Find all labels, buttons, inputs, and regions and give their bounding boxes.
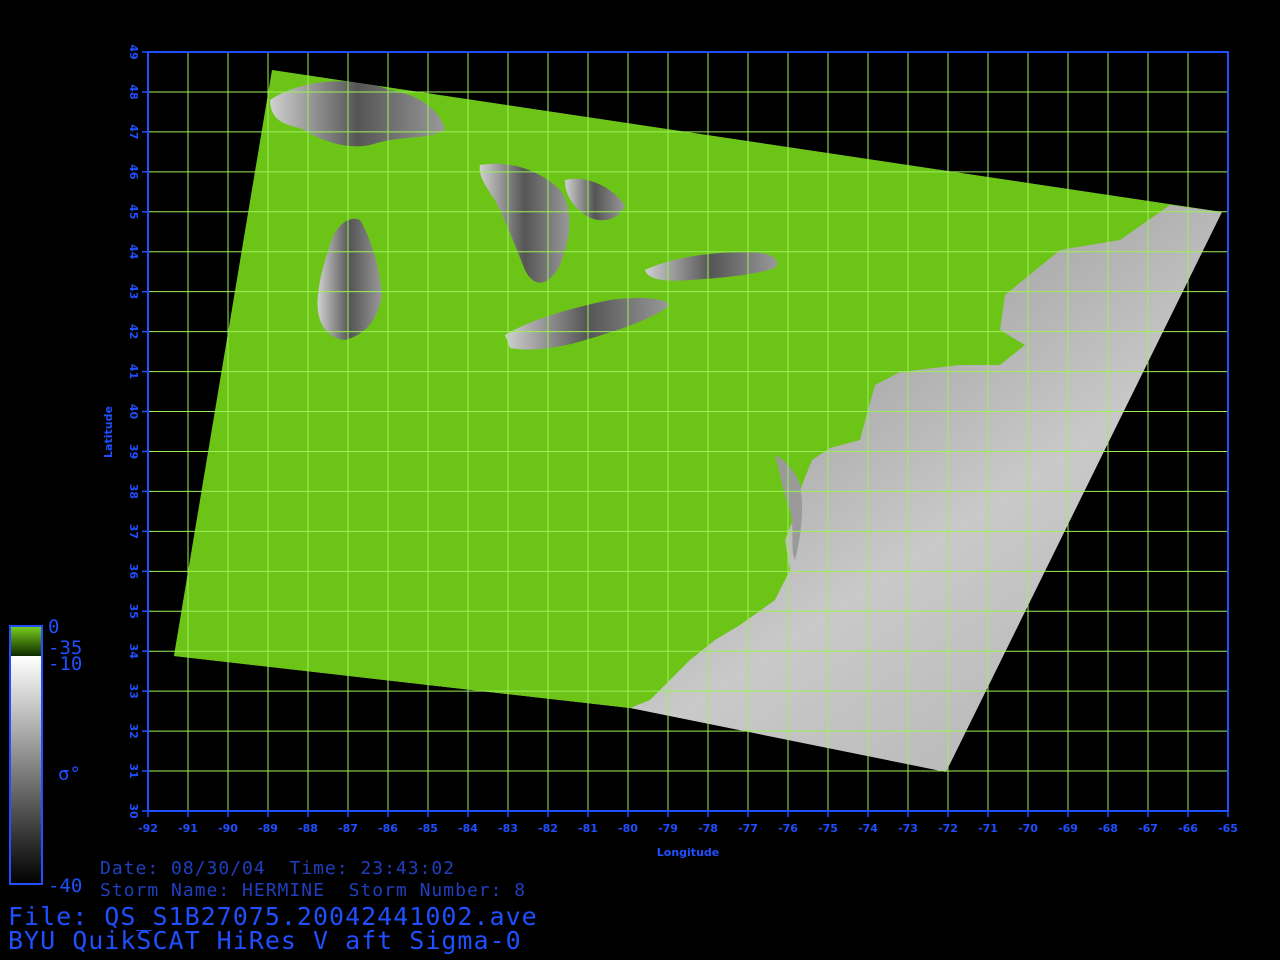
lon-tick-label: -85 — [418, 822, 438, 835]
lon-tick-label: -74 — [858, 822, 878, 835]
lon-tick-label: -81 — [578, 822, 598, 835]
lon-tick-label: -69 — [1058, 822, 1078, 835]
lat-tick-label: 42 — [127, 324, 140, 339]
scatterometer-swath — [174, 70, 1222, 772]
lat-tick-label: 38 — [127, 484, 140, 499]
lon-tick-label: -79 — [658, 822, 678, 835]
lon-tick-label: -71 — [978, 822, 998, 835]
colorbar-land-max: 0 — [48, 616, 59, 638]
lon-tick-label: -68 — [1098, 822, 1118, 835]
x-axis-title: Longitude — [657, 846, 719, 859]
colorbar-land-swatch — [10, 626, 42, 656]
lat-tick-label: 33 — [127, 684, 140, 699]
lat-tick-label: 45 — [127, 204, 140, 219]
lat-tick-label: 31 — [127, 763, 140, 778]
lon-tick-label: -92 — [138, 822, 158, 835]
storm-line: Storm Name: HERMINE Storm Number: 8 — [100, 880, 527, 901]
product-line: BYU QuikSCAT HiRes V aft Sigma-0 — [8, 926, 522, 955]
lon-tick-label: -67 — [1138, 822, 1158, 835]
lon-tick-label: -77 — [738, 822, 758, 835]
lat-tick-label: 30 — [127, 803, 140, 819]
lon-tick-label: -73 — [898, 822, 918, 835]
lat-tick-label: 37 — [127, 524, 140, 539]
lon-tick-label: -87 — [338, 822, 358, 835]
lon-tick-label: -70 — [1018, 822, 1038, 835]
longitude-tick-labels: -92 -91 -90 -89 -88 -87 -86 -85 -84 -83 -82 -81 -80 -… — [138, 822, 1238, 835]
lon-tick-label: -76 — [778, 822, 798, 835]
lat-tick-label: 47 — [127, 124, 140, 139]
lon-tick-label: -88 — [298, 822, 318, 835]
colorbar: 0 -35 -10 σ° -40 — [9, 616, 82, 897]
lon-tick-label: -90 — [218, 822, 238, 835]
lon-tick-label: -82 — [538, 822, 558, 835]
lon-tick-label: -72 — [938, 822, 958, 835]
colorbar-ocean-swatch — [10, 656, 42, 884]
lon-tick-label: -86 — [378, 822, 398, 835]
date-time-line: Date: 08/30/04 Time: 23:43:02 — [100, 858, 456, 879]
lat-tick-label: 40 — [127, 404, 140, 420]
lon-tick-label: -91 — [178, 822, 198, 835]
lat-tick-label: 34 — [127, 644, 140, 660]
map-plot: -92 -91 -90 -89 -88 -87 -86 -85 -84 -83 -82 -81 -80 -… — [9, 44, 1238, 897]
lon-tick-label: -66 — [1178, 822, 1198, 835]
lon-tick-label: -83 — [498, 822, 518, 835]
lat-tick-label: 32 — [127, 723, 140, 738]
lat-tick-label: 43 — [127, 284, 140, 299]
lat-tick-label: 39 — [127, 444, 140, 459]
colorbar-ocean-max: -10 — [48, 653, 82, 675]
lat-tick-label: 35 — [127, 604, 140, 619]
lon-tick-label: -84 — [458, 822, 478, 835]
lat-tick-label: 48 — [127, 84, 140, 99]
lat-tick-label: 46 — [127, 164, 140, 180]
lon-tick-label: -65 — [1218, 822, 1238, 835]
lon-tick-label: -80 — [618, 822, 638, 835]
lon-tick-label: -78 — [698, 822, 718, 835]
lon-tick-label: -89 — [258, 822, 278, 835]
colorbar-symbol: σ° — [58, 763, 81, 785]
colorbar-ocean-min: -40 — [48, 875, 82, 897]
lon-tick-label: -75 — [818, 822, 838, 835]
lat-tick-label: 49 — [127, 44, 140, 59]
lat-tick-label: 44 — [127, 244, 140, 260]
lat-tick-label: 36 — [127, 564, 140, 580]
y-axis-title: Latitude — [102, 406, 115, 458]
lat-tick-label: 41 — [127, 364, 140, 379]
latitude-tick-labels: 30 31 32 33 34 35 36 37 38 39 40 41 42 43 44 45 46 47 48 49 — [127, 44, 140, 819]
